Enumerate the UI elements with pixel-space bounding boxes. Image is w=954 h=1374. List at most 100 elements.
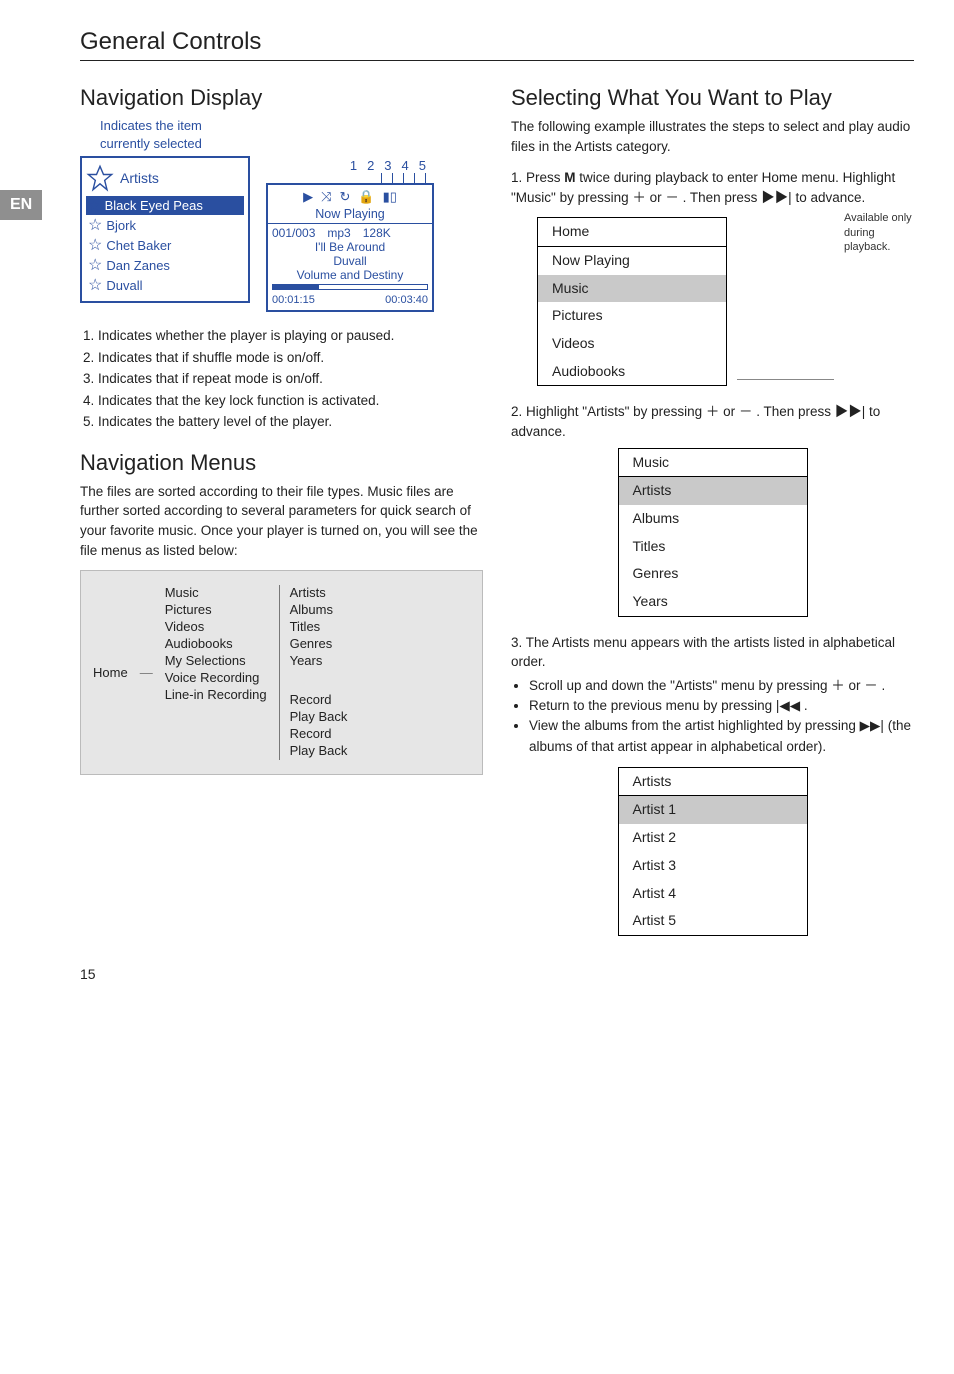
dia-l3: Record — [290, 726, 348, 741]
artist-label: Dan Zanes — [106, 258, 170, 273]
minus-icon: － — [864, 678, 878, 693]
dia-l3: Albums — [290, 602, 348, 617]
bullet: Scroll up and down the "Artists" menu by… — [529, 676, 914, 696]
t: Scroll up and down the "Artists" menu by… — [529, 678, 831, 693]
np-artist: Duvall — [268, 254, 432, 268]
t: or — [646, 190, 666, 205]
dia-root: Home — [93, 665, 128, 680]
menu-item-selected: Artist 1 — [619, 796, 807, 824]
nav-display-heading: Navigation Display — [80, 85, 483, 111]
artists-display-box: Artists ★ Black Eyed Peas ☆ Bjork ☆ Chet… — [80, 156, 250, 303]
menu-header: Home — [538, 218, 726, 247]
selecting-body: The following example illustrates the st… — [511, 117, 914, 156]
artist-label: Black Eyed Peas — [105, 198, 203, 213]
menu-item: Years — [619, 588, 807, 616]
step-1: 1. Press M twice during playback to ente… — [511, 168, 914, 207]
dia-l3: Record — [290, 692, 348, 707]
artists-heading: Artists — [120, 170, 159, 186]
artist-row-selected: ★ Black Eyed Peas — [86, 196, 244, 215]
np-album: Volume and Destiny — [268, 268, 432, 282]
battery-icon: ▮▯ — [383, 189, 397, 205]
dia-l2: Line-in Recording — [165, 687, 267, 702]
star-outline-icon: ☆ — [88, 235, 102, 255]
plus-icon: ＋ — [706, 404, 720, 419]
dia-l3: Genres — [290, 636, 348, 651]
rule — [80, 60, 914, 61]
menu-header: Music — [619, 449, 807, 478]
dia-l2: My Selections — [165, 653, 267, 668]
menu-item: Now Playing — [538, 247, 726, 275]
dia-l2: Audiobooks — [165, 636, 267, 651]
key-M: M — [564, 170, 575, 185]
shuffle-icon: ⤨ — [321, 189, 331, 205]
menu-item: Genres — [619, 560, 807, 588]
dia-l2: Pictures — [165, 602, 267, 617]
np-track-info: 001/003 mp3 128K — [268, 226, 432, 240]
menu-item: Titles — [619, 533, 807, 561]
artist-row: ☆ Bjork — [86, 215, 244, 235]
menu-item: Artist 4 — [619, 880, 807, 908]
now-playing-title: Now Playing — [268, 207, 432, 224]
bullet-list: Scroll up and down the "Artists" menu by… — [511, 676, 914, 757]
dia-l2: Videos — [165, 619, 267, 634]
artist-row: ☆ Chet Baker — [86, 235, 244, 255]
dia-l3: Play Back — [290, 709, 348, 724]
side-note: Available only during playback. — [844, 211, 914, 254]
t: to advance. — [792, 190, 866, 205]
nav-menus-body: The files are sorted according to their … — [80, 482, 483, 560]
menu-item: Pictures — [538, 302, 726, 330]
t: or — [845, 678, 865, 693]
legend-num: 3 — [384, 158, 391, 173]
legend-numbers: 1 2 3 4 5 — [266, 158, 426, 173]
menu-item: Artist 3 — [619, 852, 807, 880]
t: . Then press — [679, 190, 761, 205]
plus-icon: ＋ — [831, 678, 845, 693]
menu-item: Albums — [619, 505, 807, 533]
legend-item: Indicates that if shuffle mode is on/off… — [98, 348, 483, 368]
music-menu-box: Music Artists Albums Titles Genres Years — [618, 448, 808, 617]
t: . — [800, 698, 808, 713]
indicates-item-note: Indicates the item currently selected — [100, 117, 483, 152]
next-icon: ▶▶| — [860, 718, 884, 733]
dia-l3: Years — [290, 653, 348, 668]
dia-l3: Titles — [290, 619, 348, 634]
repeat-icon: ↻ — [340, 189, 351, 205]
next-icon: ▶▶| — [835, 404, 866, 419]
menu-item-selected: Artists — [619, 477, 807, 505]
artist-label: Chet Baker — [106, 238, 171, 253]
progress-bar — [272, 284, 428, 290]
dia-l2: Voice Recording — [165, 670, 267, 685]
legend-num: 1 — [350, 158, 357, 173]
minus-icon: － — [665, 190, 679, 205]
dia-l3: Play Back — [290, 743, 348, 758]
legend-item: Indicates that the key lock function is … — [98, 391, 483, 411]
t: . — [878, 678, 886, 693]
minus-icon: － — [739, 404, 753, 419]
menu-item: Audiobooks — [538, 358, 726, 386]
legend-item: Indicates whether the player is playing … — [98, 326, 483, 346]
np-total: 00:03:40 — [385, 294, 428, 306]
step-2: 2. Highlight "Artists" by pressing ＋ or … — [511, 402, 914, 441]
t: View the albums from the artist highligh… — [529, 718, 860, 733]
t: Return to the previous menu by pressing — [529, 698, 776, 713]
dia-l2: Music — [165, 585, 267, 600]
home-menu-box: Home Now Playing Music Pictures Videos A… — [537, 217, 727, 386]
artist-label: Bjork — [106, 218, 136, 233]
prev-icon: |◀◀ — [776, 698, 800, 713]
big-star-icon — [86, 164, 114, 192]
legend-item: Indicates that if repeat mode is on/off. — [98, 369, 483, 389]
t: Highlight "Artists" by pressing — [526, 404, 706, 419]
section-title: General Controls — [80, 28, 914, 56]
legend-num: 4 — [402, 158, 409, 173]
bullet: View the albums from the artist highligh… — [529, 716, 914, 757]
bullet: Return to the previous menu by pressing … — [529, 696, 914, 716]
star-outline-icon: ☆ — [88, 215, 102, 235]
dia-l3: Artists — [290, 585, 348, 600]
left-column: Navigation Display Indicates the item cu… — [80, 85, 483, 936]
np-song: I'll Be Around — [268, 240, 432, 254]
t: The Artists menu appears with the artist… — [511, 635, 895, 670]
page-number: 15 — [80, 966, 914, 982]
legend-item: Indicates the battery level of the playe… — [98, 412, 483, 432]
legend-list: Indicates whether the player is playing … — [80, 326, 483, 432]
artist-row: ☆ Duvall — [86, 275, 244, 295]
